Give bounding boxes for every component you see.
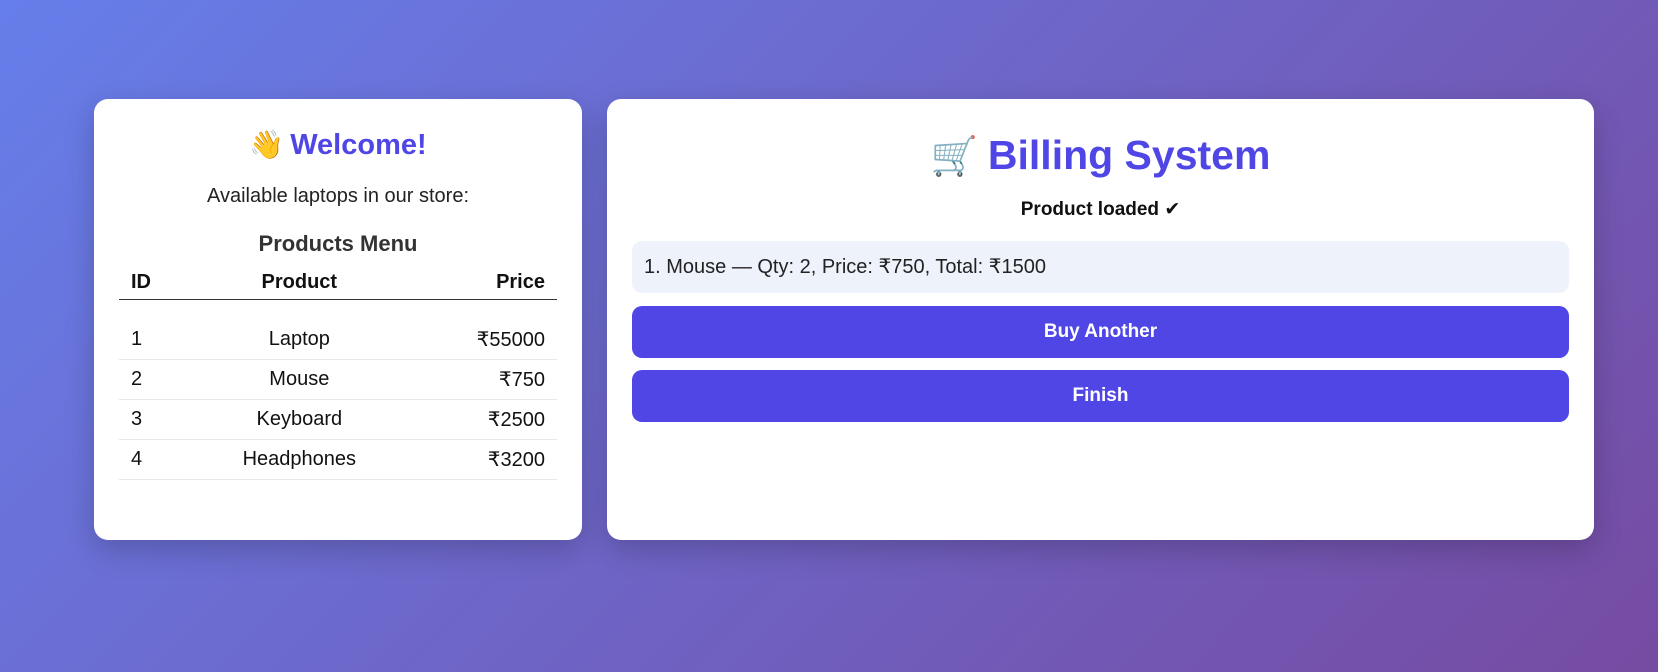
product-price: ₹3200 xyxy=(409,439,557,480)
product-id: 4 xyxy=(119,439,190,480)
status-message: Product loaded ✔ xyxy=(1020,199,1181,220)
bill-line-item: 1. Mouse — Qty: 2, Price: ₹750, Total: ₹… xyxy=(632,241,1569,293)
product-price: ₹750 xyxy=(409,359,557,400)
column-header-id: ID xyxy=(119,265,190,300)
products-menu-title: Products Menu xyxy=(258,231,418,256)
welcome-title-text: Welcome! xyxy=(290,129,427,161)
waving-hand-icon: 👋 xyxy=(249,129,285,160)
product-id: 3 xyxy=(119,399,190,440)
table-spacer xyxy=(119,300,557,321)
welcome-title: 👋 Welcome! xyxy=(119,99,557,165)
shopping-cart-icon: 🛒 xyxy=(930,136,978,178)
product-name: Mouse xyxy=(189,359,410,400)
table-row: 3 Keyboard ₹2500 xyxy=(119,399,557,440)
welcome-card: 👋 Welcome! Available laptops in our store… xyxy=(94,99,582,540)
product-price: ₹2500 xyxy=(409,399,557,440)
billing-title-text: Billing System xyxy=(987,132,1271,178)
billing-card: 🛒 Billing System Product loaded ✔ 1. Mous… xyxy=(607,99,1594,540)
product-name: Keyboard xyxy=(189,399,410,440)
buy-another-button[interactable]: Buy Another xyxy=(632,306,1569,358)
table-row: 1 Laptop ₹55000 xyxy=(119,320,557,360)
product-name: Laptop xyxy=(189,320,410,360)
products-table: ID Product Price 1 Laptop ₹55000 2 Mouse… xyxy=(119,265,557,480)
finish-button[interactable]: Finish xyxy=(632,370,1569,422)
billing-title: 🛒 Billing System xyxy=(632,99,1569,183)
table-row: 2 Mouse ₹750 xyxy=(119,359,557,400)
table-header-row: ID Product Price xyxy=(119,265,557,300)
product-id: 2 xyxy=(119,359,190,400)
product-id: 1 xyxy=(119,320,190,360)
store-subtitle: Available laptops in our store: xyxy=(206,185,469,207)
column-header-price: Price xyxy=(409,265,557,300)
product-name: Headphones xyxy=(189,439,410,480)
column-header-product: Product xyxy=(189,265,410,300)
product-price: ₹55000 xyxy=(409,320,557,360)
table-row: 4 Headphones ₹3200 xyxy=(119,439,557,480)
